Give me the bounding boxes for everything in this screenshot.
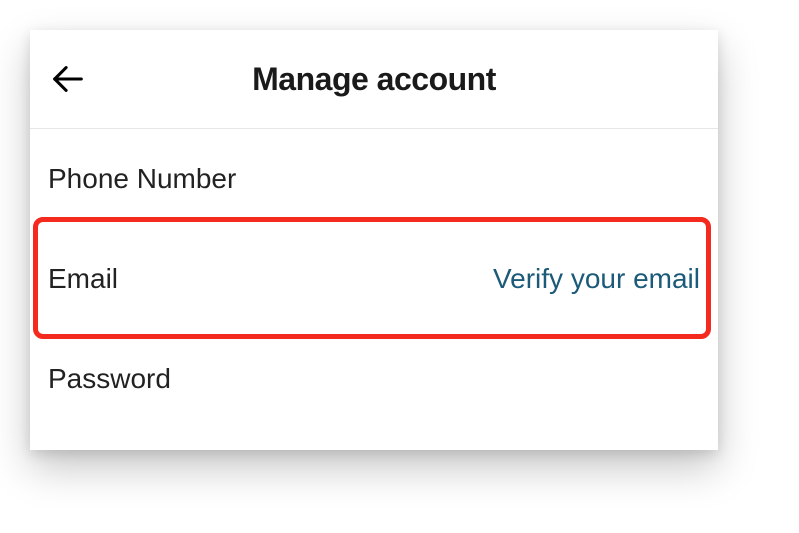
manage-account-card: Manage account Phone Number Email Verify… — [30, 30, 718, 450]
phone-number-label: Phone Number — [48, 163, 236, 195]
settings-list: Phone Number Email Verify your email Pas… — [30, 129, 718, 429]
password-row[interactable]: Password — [30, 329, 718, 429]
verify-email-link[interactable]: Verify your email — [493, 263, 700, 295]
back-arrow-icon — [49, 60, 87, 98]
page-title: Manage account — [252, 61, 496, 98]
password-label: Password — [48, 363, 171, 395]
header-bar: Manage account — [30, 30, 718, 129]
email-label: Email — [48, 263, 118, 295]
email-row[interactable]: Email Verify your email — [30, 229, 718, 329]
phone-number-row[interactable]: Phone Number — [30, 129, 718, 229]
back-button[interactable] — [40, 51, 96, 107]
